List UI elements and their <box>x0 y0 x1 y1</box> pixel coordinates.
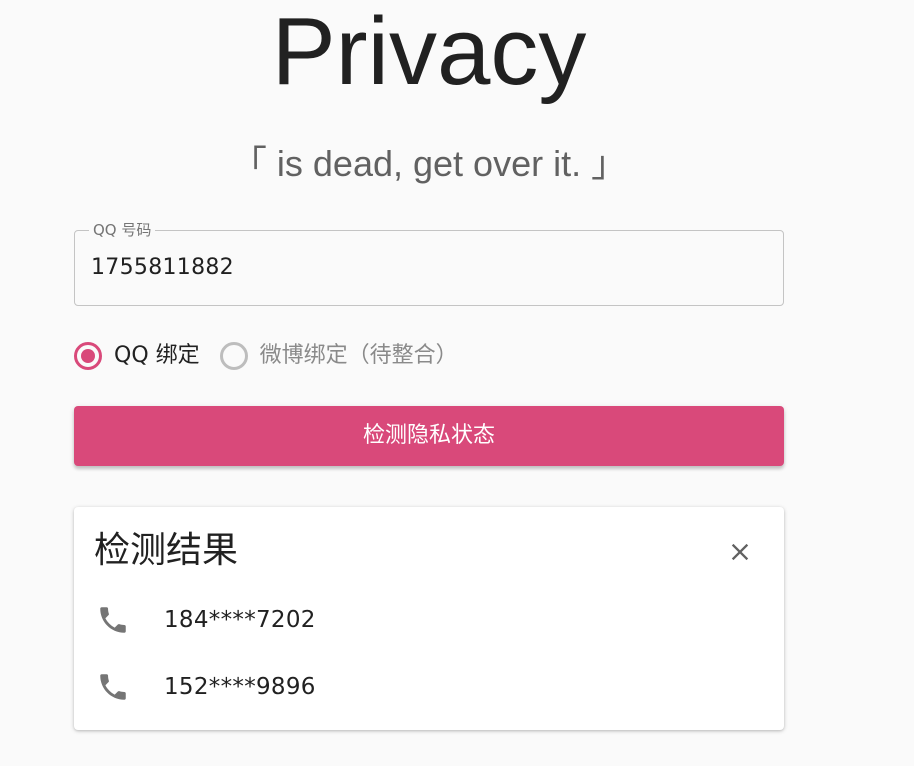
phone-icon <box>100 607 126 633</box>
radio-unchecked-icon[interactable] <box>219 342 248 370</box>
radio-weibo-binding[interactable]: 微博绑定（待整合） <box>219 341 458 371</box>
result-card: 检测结果 184****7202 152****9896 <box>74 507 784 730</box>
page-subtitle: 「 is dead, get over it. 」 <box>230 143 628 184</box>
qq-number-input[interactable]: 1755811882 <box>91 253 234 283</box>
qq-number-label: QQ 号码 <box>89 220 156 240</box>
close-icon[interactable] <box>726 538 754 566</box>
result-item: 152****9896 <box>96 667 316 707</box>
phone-icon <box>100 674 126 700</box>
check-privacy-button[interactable]: 检测隐私状态 <box>74 406 784 466</box>
qq-number-field[interactable]: QQ 号码 1755811882 <box>74 220 784 306</box>
page-title: Privacy <box>271 0 587 105</box>
binding-radio-group: QQ 绑定 微博绑定（待整合） <box>74 338 478 374</box>
result-item: 184****7202 <box>96 600 316 640</box>
radio-checked-icon[interactable] <box>74 342 102 370</box>
radio-qq-binding-label: QQ 绑定 <box>114 343 200 368</box>
radio-weibo-binding-label: 微博绑定（待整合） <box>259 343 458 368</box>
radio-qq-binding[interactable]: QQ 绑定 <box>74 341 200 371</box>
result-item-text: 152****9896 <box>164 674 316 700</box>
result-item-text: 184****7202 <box>164 607 316 633</box>
result-card-title: 检测结果 <box>94 530 239 571</box>
